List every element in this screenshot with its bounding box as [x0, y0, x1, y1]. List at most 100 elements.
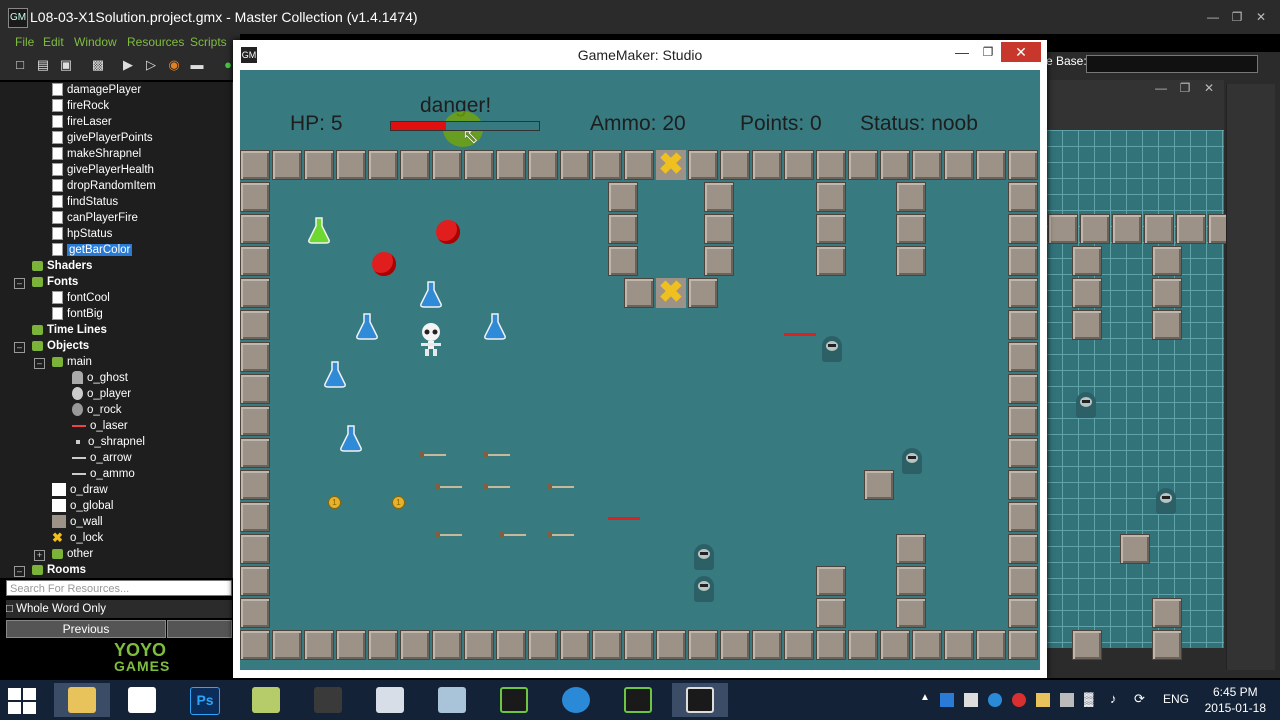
debug-icon[interactable]: ▷ [143, 57, 159, 73]
taskbar-ie[interactable] [548, 683, 604, 717]
taskbar-calculator[interactable] [362, 683, 418, 717]
tree-folder-other[interactable]: other [52, 546, 93, 562]
next-button[interactable] [167, 620, 232, 638]
export-icon[interactable]: ▩ [90, 57, 106, 73]
sync-icon[interactable]: ⟳ [1134, 691, 1145, 707]
menu-resources[interactable]: Resources [127, 35, 184, 49]
save-icon[interactable]: ▣ [58, 57, 74, 73]
tree-item-makeShrapnel[interactable]: makeShrapnel [52, 146, 141, 162]
taskbar-notes[interactable] [238, 683, 294, 717]
lock-sprite-icon: ✖ [52, 530, 63, 546]
tray-power-icon[interactable] [988, 693, 1002, 707]
tree-item-fontBig[interactable]: fontBig [52, 306, 103, 322]
game-minimize-button[interactable]: — [949, 42, 975, 62]
game-maximize-button[interactable]: ❐ [975, 42, 1001, 62]
tree-item-getBarColor[interactable]: getBarColor [52, 242, 133, 258]
previous-button[interactable]: Previous [6, 620, 166, 638]
windows-start-icon[interactable] [8, 688, 38, 714]
coin-icon: 1 [392, 496, 405, 509]
new-file-icon[interactable]: □ [12, 57, 28, 73]
ide-close-button[interactable]: ✕ [1250, 9, 1272, 25]
tree-group-rooms[interactable]: Rooms [32, 562, 86, 578]
script-icon [52, 243, 63, 257]
room-close-button[interactable]: ✕ [1198, 80, 1220, 96]
clock[interactable]: 6:45 PM 2015-01-18 [1205, 684, 1266, 716]
gamemaker-icon [686, 687, 714, 713]
collapse-toggle[interactable]: – [14, 278, 25, 289]
room-maximize-button[interactable]: ❐ [1174, 80, 1196, 96]
wall-block [1008, 374, 1038, 404]
tree-item-o_ghost[interactable]: o_ghost [72, 370, 128, 386]
language-indicator[interactable]: ENG [1163, 692, 1189, 706]
collapse-toggle[interactable]: – [14, 342, 25, 353]
game-close-button[interactable]: ✕ [1001, 42, 1041, 62]
tray-gamemaker-icon[interactable] [964, 693, 978, 707]
taskbar-gamemaker[interactable] [486, 683, 542, 717]
ide-minimize-button[interactable]: — [1202, 9, 1224, 25]
tree-item-givePlayerHealth[interactable]: givePlayerHealth [52, 162, 154, 178]
menu-window[interactable]: Window [74, 35, 117, 49]
tree-item-o_shrapnel[interactable]: o_shrapnel [72, 434, 145, 450]
tree-item-o_ammo[interactable]: o_ammo [72, 466, 135, 482]
tree-item-fireLaser[interactable]: fireLaser [52, 114, 112, 130]
stop-icon[interactable]: ◉ [166, 57, 182, 73]
menu-edit[interactable]: Edit [43, 35, 64, 49]
wall-block [608, 246, 638, 276]
taskbar-gamemaker-runner[interactable] [672, 683, 728, 717]
wall-block [560, 630, 590, 660]
room-minimize-button[interactable]: — [1150, 80, 1172, 96]
taskbar-recorder[interactable] [300, 683, 356, 717]
tree-item-findStatus[interactable]: findStatus [52, 194, 118, 210]
tree-item-o_wall[interactable]: o_wall [52, 514, 103, 530]
tree-group-fonts[interactable]: Fonts [32, 274, 78, 290]
expand-toggle[interactable]: + [34, 550, 45, 561]
tree-item-damagePlayer[interactable]: damagePlayer [52, 82, 141, 98]
resource-search-input[interactable]: Search For Resources... [6, 580, 232, 596]
menu-file[interactable]: File [15, 35, 34, 49]
open-folder-icon[interactable]: ▤ [35, 57, 51, 73]
clean-icon[interactable]: ▬ [189, 57, 205, 73]
tree-item-o_laser[interactable]: o_laser [72, 418, 128, 434]
wall-block [752, 150, 782, 180]
wifi-icon[interactable]: ▓ [1084, 691, 1093, 706]
tree-item-o_player[interactable]: o_player [72, 386, 131, 402]
tree-item-fireRock[interactable]: fireRock [52, 98, 109, 114]
ghost-enemy [694, 544, 714, 570]
tray-folder-icon[interactable] [1036, 693, 1050, 707]
tree-group-timelines[interactable]: Time Lines [32, 322, 107, 338]
tree-group-objects[interactable]: Objects [32, 338, 89, 354]
tree-item-dropRandomItem[interactable]: dropRandomItem [52, 178, 156, 194]
tree-item-o_arrow[interactable]: o_arrow [72, 450, 132, 466]
script-icon [52, 83, 63, 97]
tray-antivirus-icon[interactable] [1012, 693, 1026, 707]
tree-item-fontCool[interactable]: fontCool [52, 290, 110, 306]
taskbar-store[interactable] [114, 683, 170, 717]
tree-item-o_rock[interactable]: o_rock [72, 402, 122, 418]
tree-group-shaders[interactable]: Shaders [32, 258, 92, 274]
tray-app-icon[interactable] [940, 693, 954, 707]
taskbar-photoshop[interactable]: Ps [176, 683, 232, 717]
tray-battery-icon[interactable] [1060, 693, 1074, 707]
tree-item-o_lock[interactable]: ✖ o_lock [52, 530, 103, 546]
tree-item-canPlayerFire[interactable]: canPlayerFire [52, 210, 138, 226]
tree-item-givePlayerPoints[interactable]: givePlayerPoints [52, 130, 153, 146]
tree-item-hpStatus[interactable]: hpStatus [52, 226, 112, 242]
collapse-toggle[interactable]: – [14, 566, 25, 577]
game-canvas[interactable]: HP: 5 danger! ⬁ Ammo: 20 Points: 0 Statu… [240, 70, 1040, 670]
whole-word-checkbox[interactable]: □ Whole Word Only [6, 600, 232, 618]
taskbar-explorer[interactable] [54, 683, 110, 717]
tree-folder-main[interactable]: main [52, 354, 92, 370]
menu-scripts[interactable]: Scripts [190, 35, 227, 49]
tree-item-o_draw[interactable]: o_draw [52, 482, 108, 498]
ide-maximize-button[interactable]: ❐ [1226, 9, 1248, 25]
run-icon[interactable]: ▶ [120, 57, 136, 73]
taskbar-tool[interactable] [424, 683, 480, 717]
collapse-toggle[interactable]: – [34, 358, 45, 369]
room-grid[interactable] [1046, 130, 1238, 660]
taskbar-gamemaker-2[interactable] [610, 683, 666, 717]
volume-icon[interactable]: ♪ [1110, 691, 1117, 706]
base-input[interactable] [1086, 55, 1258, 73]
wall-block [816, 630, 846, 660]
tree-item-o_global[interactable]: o_global [52, 498, 113, 514]
tray-expand-icon[interactable]: ▲ [920, 692, 930, 703]
